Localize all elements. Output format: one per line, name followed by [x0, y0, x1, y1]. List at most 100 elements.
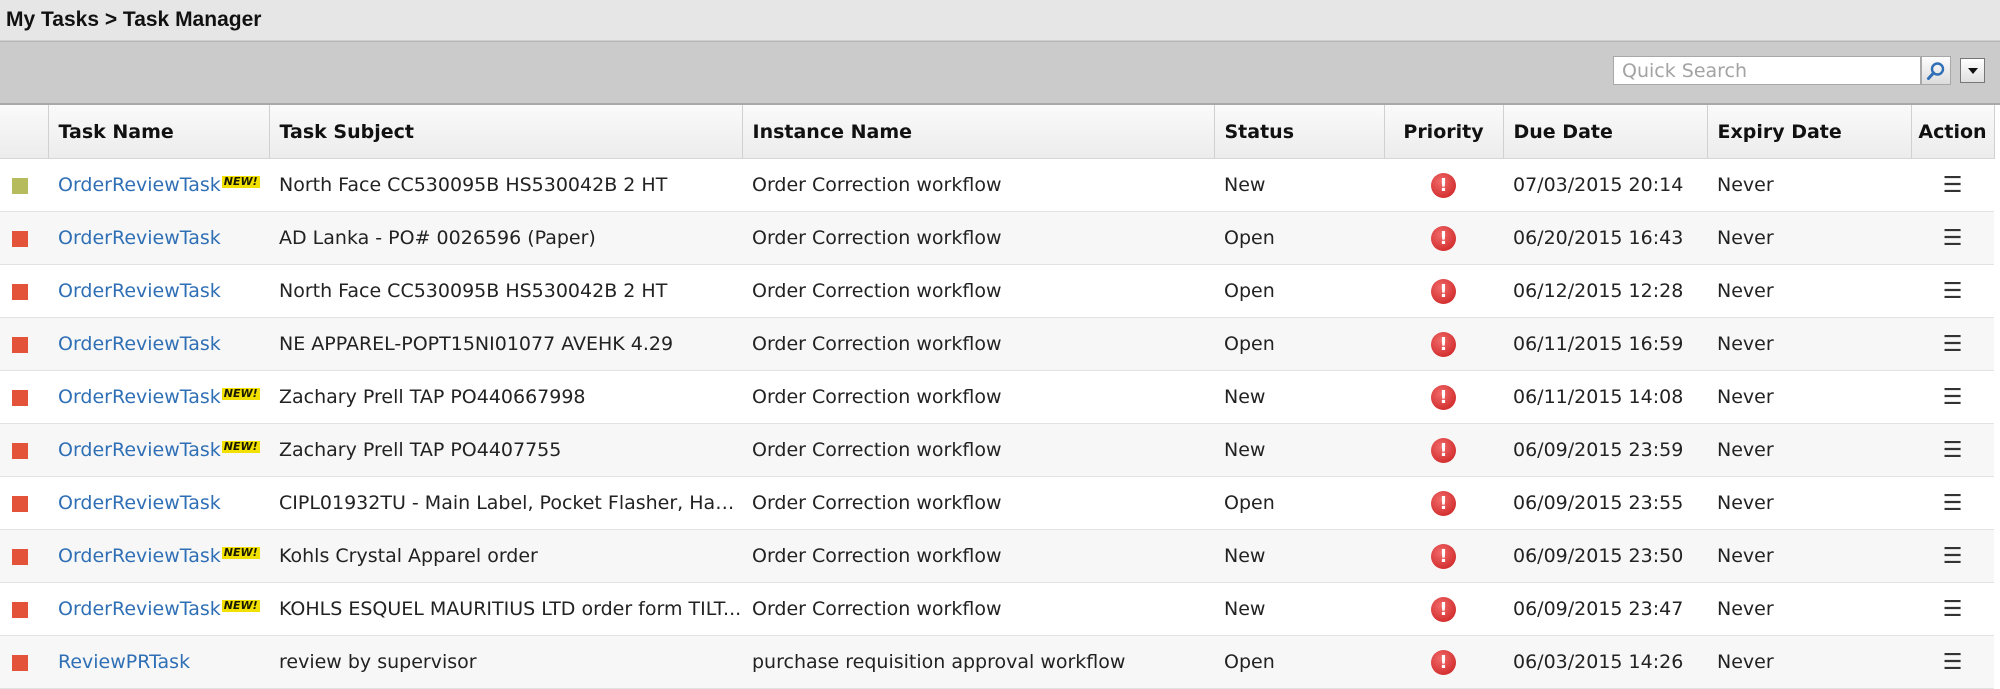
task-name-link[interactable]: OrderReviewTask	[58, 598, 221, 620]
expiry-date-cell: Never	[1707, 264, 1911, 318]
action-cell: ☰	[1911, 529, 1994, 583]
due-date-cell: 06/12/2015 12:28	[1503, 264, 1707, 318]
expiry-date-cell: Never	[1707, 476, 1911, 530]
table-row[interactable]: OrderReviewTask NEW! North Face CC530095B …	[0, 158, 1994, 212]
task-name-link[interactable]: OrderReviewTask	[58, 227, 221, 249]
action-menu-icon[interactable]: ☰	[1943, 332, 1963, 357]
priority-alert-icon: !	[1431, 596, 1456, 622]
col-header-instance-name[interactable]: Instance Name	[742, 105, 1215, 159]
task-subject-cell: North Face CC530095B HS530042B 2 HT	[269, 158, 742, 212]
priority-cell: !	[1384, 211, 1503, 265]
table-row[interactable]: OrderReviewTask CIPL01932TU - Main Label,…	[0, 476, 1994, 530]
table-row[interactable]: OrderReviewTask NEW! Zachary Prell TAP PO4…	[0, 423, 1994, 477]
new-badge: NEW!	[221, 546, 260, 559]
task-subject-cell: AD Lanka - PO# 0026596 (Paper)	[269, 211, 742, 265]
status-cell: Open	[1214, 317, 1384, 371]
due-date-cell: 06/11/2015 16:59	[1503, 317, 1707, 371]
action-cell: ☰	[1911, 211, 1994, 265]
task-name-link[interactable]: ReviewPRTask	[58, 651, 190, 673]
task-name-link[interactable]: OrderReviewTask	[58, 280, 221, 302]
col-header-priority[interactable]: Priority	[1384, 105, 1504, 159]
grid-toolbar	[0, 41, 2000, 105]
table-row[interactable]: OrderReviewTask NEW! KOHLS ESQUEL MAURITIU…	[0, 582, 1994, 636]
action-menu-icon[interactable]: ☰	[1943, 385, 1963, 410]
status-cell: New	[1214, 158, 1384, 212]
status-flag-icon	[12, 495, 28, 512]
col-header-action[interactable]: Action	[1911, 105, 1995, 159]
status-cell: New	[1214, 423, 1384, 477]
priority-cell: !	[1384, 423, 1503, 477]
search-icon	[1927, 61, 1945, 80]
task-name-link[interactable]: OrderReviewTask	[58, 492, 221, 514]
status-flag-icon	[12, 389, 28, 406]
status-flag-icon	[12, 654, 28, 671]
task-name-cell: OrderReviewTask	[48, 476, 269, 530]
action-cell: ☰	[1911, 635, 1994, 689]
action-cell: ☰	[1911, 370, 1994, 424]
table-row[interactable]: OrderReviewTask NE APPAREL-POPT15NI01077 …	[0, 317, 1994, 371]
table-row[interactable]: OrderReviewTask NEW! Kohls Crystal Apparel…	[0, 529, 1994, 583]
action-cell: ☰	[1911, 158, 1994, 212]
instance-name-cell: Order Correction workflow	[742, 582, 1214, 636]
flag-cell	[0, 423, 48, 477]
table-row[interactable]: OrderReviewTask AD Lanka - PO# 0026596 (P…	[0, 211, 1994, 265]
status-flag-icon	[12, 177, 28, 194]
instance-name-cell: Order Correction workflow	[742, 423, 1214, 477]
action-cell: ☰	[1911, 423, 1994, 477]
col-header-task-subject[interactable]: Task Subject	[269, 105, 743, 159]
task-subject-cell: Kohls Crystal Apparel order	[269, 529, 742, 583]
priority-alert-icon: !	[1431, 543, 1456, 569]
action-menu-icon[interactable]: ☰	[1943, 544, 1963, 569]
status-flag-icon	[12, 283, 28, 300]
action-menu-icon[interactable]: ☰	[1943, 173, 1963, 198]
task-name-link[interactable]: OrderReviewTask	[58, 333, 221, 355]
priority-alert-icon: !	[1431, 225, 1456, 251]
instance-name-cell: Order Correction workflow	[742, 370, 1214, 424]
priority-alert-icon: !	[1431, 490, 1456, 516]
priority-alert-icon: !	[1431, 172, 1456, 198]
table-row[interactable]: ReviewPRTask review by supervisor purchase…	[0, 635, 1994, 689]
task-name-link[interactable]: OrderReviewTask	[58, 439, 221, 461]
action-menu-icon[interactable]: ☰	[1943, 226, 1963, 251]
quick-search-input[interactable]	[1613, 56, 1921, 85]
task-name-cell: OrderReviewTask NEW!	[48, 370, 269, 424]
action-menu-icon[interactable]: ☰	[1943, 491, 1963, 516]
task-subject-cell: review by supervisor	[269, 635, 742, 689]
task-name-cell: ReviewPRTask	[48, 635, 269, 689]
new-badge: NEW!	[221, 599, 260, 612]
status-cell: Open	[1214, 635, 1384, 689]
task-name-link[interactable]: OrderReviewTask	[58, 174, 221, 196]
task-name-cell: OrderReviewTask	[48, 317, 269, 371]
due-date-cell: 06/11/2015 14:08	[1503, 370, 1707, 424]
task-name-link[interactable]: OrderReviewTask	[58, 545, 221, 567]
instance-name-cell: Order Correction workflow	[742, 264, 1214, 318]
action-menu-icon[interactable]: ☰	[1943, 650, 1963, 675]
grid-options-button[interactable]	[1960, 58, 1985, 83]
task-name-cell: OrderReviewTask NEW!	[48, 529, 269, 583]
priority-cell: !	[1384, 476, 1503, 530]
priority-cell: !	[1384, 529, 1503, 583]
col-header-due-date[interactable]: Due Date	[1503, 105, 1708, 159]
table-row[interactable]: OrderReviewTask North Face CC530095B HS53…	[0, 264, 1994, 318]
col-header-task-name[interactable]: Task Name	[48, 105, 270, 159]
task-name-cell: OrderReviewTask	[48, 264, 269, 318]
status-cell: New	[1214, 529, 1384, 583]
status-flag-icon	[12, 442, 28, 459]
expiry-date-cell: Never	[1707, 317, 1911, 371]
task-table: Task Name Task Subject Instance Name Sta…	[0, 105, 1995, 689]
action-menu-icon[interactable]: ☰	[1943, 597, 1963, 622]
instance-name-cell: Order Correction workflow	[742, 529, 1214, 583]
status-flag-icon	[12, 548, 28, 565]
task-name-link[interactable]: OrderReviewTask	[58, 386, 221, 408]
task-subject-cell: Zachary Prell TAP PO440667998	[269, 370, 742, 424]
due-date-cell: 06/09/2015 23:59	[1503, 423, 1707, 477]
action-menu-icon[interactable]: ☰	[1943, 279, 1963, 304]
table-row[interactable]: OrderReviewTask NEW! Zachary Prell TAP PO4…	[0, 370, 1994, 424]
instance-name-cell: purchase requisition approval workflow	[742, 635, 1214, 689]
col-header-status[interactable]: Status	[1214, 105, 1385, 159]
search-button[interactable]	[1921, 56, 1951, 85]
due-date-cell: 07/03/2015 20:14	[1503, 158, 1707, 212]
action-menu-icon[interactable]: ☰	[1943, 438, 1963, 463]
status-cell: New	[1214, 370, 1384, 424]
col-header-expiry-date[interactable]: Expiry Date	[1707, 105, 1912, 159]
